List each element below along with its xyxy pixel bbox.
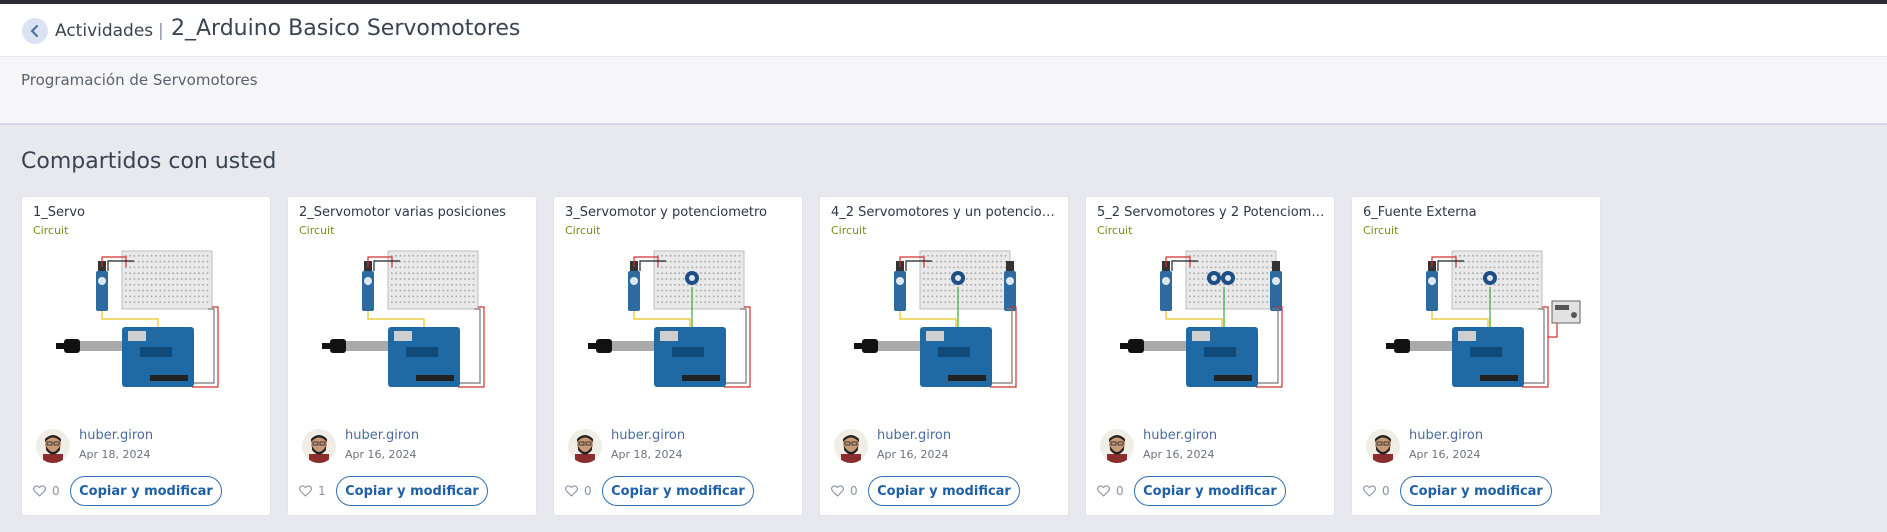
card-date: Apr 16, 2024 <box>877 448 949 461</box>
author-avatar[interactable] <box>302 429 336 463</box>
card-date: Apr 18, 2024 <box>611 448 683 461</box>
copy-and-modify-button[interactable]: Copiar y modificar <box>602 476 754 506</box>
card-title[interactable]: 1_Servo <box>33 205 265 220</box>
heart-icon <box>1097 485 1110 497</box>
author-name[interactable]: huber.giron <box>1143 428 1217 443</box>
card-date: Apr 16, 2024 <box>1143 448 1215 461</box>
like-button[interactable]: 0 <box>565 484 592 498</box>
heart-icon <box>33 485 46 497</box>
copy-and-modify-button[interactable]: Copiar y modificar <box>1134 476 1286 506</box>
copy-and-modify-button[interactable]: Copiar y modificar <box>336 476 488 506</box>
author-avatar[interactable] <box>36 429 70 463</box>
copy-and-modify-button[interactable]: Copiar y modificar <box>70 476 222 506</box>
like-button[interactable]: 0 <box>1097 484 1124 498</box>
circuit-thumbnail[interactable] <box>288 247 538 409</box>
card-type-label: Circuit <box>33 224 69 237</box>
author-avatar[interactable] <box>568 429 602 463</box>
activity-description: Programación de Servomotores <box>21 71 258 89</box>
activity-card[interactable]: 4_2 Servomotores y un potenciome... Circu… <box>819 196 1069 516</box>
author-avatar[interactable] <box>834 429 868 463</box>
heart-icon <box>1363 485 1376 497</box>
card-date: Apr 18, 2024 <box>79 448 151 461</box>
activity-card[interactable]: 5_2 Servomotores y 2 Potenciometr... Circ… <box>1085 196 1335 516</box>
activity-card[interactable]: 1_Servo Circuit huber.giron Apr 18, 2024 0 Co… <box>21 196 271 516</box>
copy-and-modify-button[interactable]: Copiar y modificar <box>868 476 1020 506</box>
breadcrumb-activities[interactable]: Actividades <box>55 21 153 41</box>
card-type-label: Circuit <box>1363 224 1399 237</box>
heart-icon <box>299 485 312 497</box>
description-band: Programación de Servomotores <box>0 57 1887 125</box>
circuit-thumbnail[interactable] <box>554 247 804 409</box>
like-count: 0 <box>850 484 858 498</box>
back-button[interactable] <box>22 18 48 44</box>
like-count: 0 <box>52 484 60 498</box>
like-count: 0 <box>1116 484 1124 498</box>
page-header: Actividades | 2_Arduino Basico Servomoto… <box>0 4 1887 57</box>
author-name[interactable]: huber.giron <box>877 428 951 443</box>
heart-icon <box>831 485 844 497</box>
card-date: Apr 16, 2024 <box>345 448 417 461</box>
section-title: Compartidos con usted <box>21 149 277 174</box>
chevron-left-icon <box>30 25 38 37</box>
circuit-thumbnail[interactable] <box>1352 247 1602 409</box>
card-title[interactable]: 4_2 Servomotores y un potenciome... <box>831 205 1063 220</box>
heart-icon <box>565 485 578 497</box>
card-type-label: Circuit <box>831 224 867 237</box>
card-date: Apr 16, 2024 <box>1409 448 1481 461</box>
circuit-thumbnail[interactable] <box>1086 247 1336 409</box>
like-button[interactable]: 0 <box>1363 484 1390 498</box>
copy-and-modify-button[interactable]: Copiar y modificar <box>1400 476 1552 506</box>
card-type-label: Circuit <box>565 224 601 237</box>
circuit-thumbnail[interactable] <box>820 247 1070 409</box>
author-avatar[interactable] <box>1366 429 1400 463</box>
like-button[interactable]: 1 <box>299 484 326 498</box>
author-name[interactable]: huber.giron <box>345 428 419 443</box>
author-name[interactable]: huber.giron <box>611 428 685 443</box>
card-title[interactable]: 5_2 Servomotores y 2 Potenciometr... <box>1097 205 1329 220</box>
like-button[interactable]: 0 <box>831 484 858 498</box>
like-count: 1 <box>318 484 326 498</box>
activity-card[interactable]: 6_Fuente Externa Circuit huber.giron Apr 16… <box>1351 196 1601 516</box>
page-title: 2_Arduino Basico Servomotores <box>171 16 521 41</box>
author-avatar[interactable] <box>1100 429 1134 463</box>
card-type-label: Circuit <box>1097 224 1133 237</box>
card-title[interactable]: 6_Fuente Externa <box>1363 205 1595 220</box>
card-title[interactable]: 3_Servomotor y potenciometro <box>565 205 797 220</box>
author-name[interactable]: huber.giron <box>79 428 153 443</box>
card-title[interactable]: 2_Servomotor varias posiciones <box>299 205 531 220</box>
activity-card[interactable]: 2_Servomotor varias posiciones Circuit hub… <box>287 196 537 516</box>
breadcrumb-separator: | <box>158 21 164 41</box>
like-count: 0 <box>1382 484 1390 498</box>
author-name[interactable]: huber.giron <box>1409 428 1483 443</box>
activity-card[interactable]: 3_Servomotor y potenciometro Circuit huber… <box>553 196 803 516</box>
like-button[interactable]: 0 <box>33 484 60 498</box>
card-type-label: Circuit <box>299 224 335 237</box>
circuit-thumbnail[interactable] <box>22 247 272 409</box>
like-count: 0 <box>584 484 592 498</box>
